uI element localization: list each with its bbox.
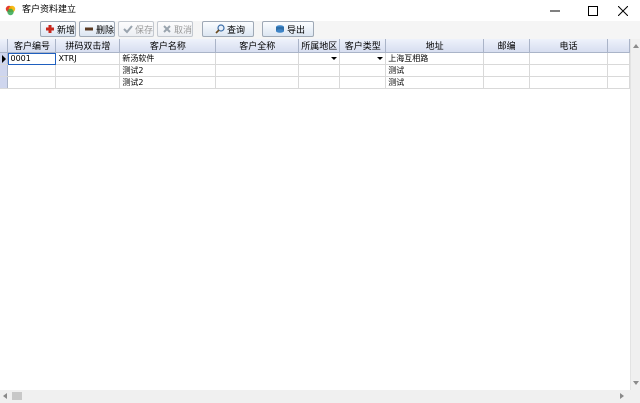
check-icon xyxy=(123,25,133,34)
header-row: 客户编号 拼码双击增 客户名称 客户全称 所属地区 客户类型 地址 邮编 电话 xyxy=(0,39,630,53)
cell-pinyin-code[interactable] xyxy=(55,64,121,77)
search-icon xyxy=(215,24,225,34)
col-header-pinyin-code[interactable]: 拼码双击增 xyxy=(55,39,121,53)
search-button-label: 查询 xyxy=(226,25,245,36)
export-button[interactable]: 导出 xyxy=(262,21,314,37)
add-button-label: 新增 xyxy=(56,25,75,36)
cell-customer-fullname[interactable] xyxy=(215,64,300,77)
row-indicator[interactable] xyxy=(0,76,9,89)
table-row[interactable]: 测试2 测试 xyxy=(0,64,630,77)
app-logo-icon xyxy=(5,5,16,16)
export-button-label: 导出 xyxy=(286,25,305,36)
scrollbar-corner xyxy=(630,390,640,403)
cell-customer-type[interactable] xyxy=(339,76,387,89)
cell-customer-code[interactable] xyxy=(7,64,57,77)
col-header-customer-type[interactable]: 客户类型 xyxy=(339,39,387,53)
cell-customer-fullname[interactable] xyxy=(215,52,300,65)
close-icon xyxy=(618,5,628,16)
cell-customer-name[interactable]: 新汤软件 xyxy=(119,52,217,65)
save-button[interactable]: 保存 xyxy=(118,21,154,37)
delete-button[interactable]: 删除 xyxy=(79,21,115,37)
cell-phone[interactable] xyxy=(529,52,608,65)
toolbar: 新增 删除 保存 取消 查询 导出 xyxy=(0,21,640,40)
col-header-region[interactable]: 所属地区 xyxy=(298,39,341,53)
cell-phone[interactable] xyxy=(529,64,608,77)
row-indicator-header xyxy=(0,39,9,53)
vertical-scrollbar[interactable] xyxy=(630,39,640,390)
add-button[interactable]: 新增 xyxy=(40,21,76,37)
cell-region[interactable] xyxy=(298,52,341,65)
cell-pinyin-code[interactable]: XTRJ xyxy=(55,52,121,65)
cancel-button-label: 取消 xyxy=(173,25,192,36)
minus-icon xyxy=(84,27,93,31)
cell-phone[interactable] xyxy=(529,76,608,89)
customer-grid[interactable]: 客户编号 拼码双击增 客户名称 客户全称 所属地区 客户类型 地址 邮编 电话 … xyxy=(0,39,630,390)
cell-region[interactable] xyxy=(298,76,341,89)
window-title: 客户资料建立 xyxy=(22,5,77,15)
col-header-postcode[interactable]: 邮编 xyxy=(483,39,531,53)
cell-address[interactable]: 测试 xyxy=(385,64,485,77)
current-row-pointer-icon xyxy=(2,55,6,63)
minimize-icon xyxy=(550,10,560,11)
col-header-customer-name[interactable]: 客户名称 xyxy=(119,39,217,53)
cell-address[interactable]: 上海互相路 xyxy=(385,52,485,65)
plus-icon xyxy=(45,25,54,33)
maximize-icon xyxy=(588,5,598,16)
col-header-phone[interactable]: 电话 xyxy=(529,39,608,53)
close-button[interactable] xyxy=(606,0,640,21)
export-icon xyxy=(275,25,284,33)
cell-customer-fullname[interactable] xyxy=(215,76,300,89)
cell-pinyin-code[interactable] xyxy=(55,76,121,89)
row-indicator[interactable] xyxy=(0,64,9,77)
delete-button-label: 删除 xyxy=(95,25,114,36)
col-header-customer-fullname[interactable]: 客户全称 xyxy=(215,39,300,53)
cell-postcode[interactable] xyxy=(483,64,531,77)
col-header-customer-code[interactable]: 客户编号 xyxy=(7,39,57,53)
x-icon xyxy=(163,25,171,33)
minimize-button[interactable] xyxy=(538,0,572,21)
scroll-down-arrow-icon[interactable] xyxy=(633,381,639,385)
cell-region[interactable] xyxy=(298,64,341,77)
cancel-button[interactable]: 取消 xyxy=(157,21,193,37)
cell-customer-code[interactable] xyxy=(7,76,57,89)
scroll-up-arrow-icon[interactable] xyxy=(633,44,639,48)
scroll-left-arrow-icon[interactable] xyxy=(3,393,7,399)
dropdown-arrow-icon[interactable] xyxy=(377,57,384,60)
row-indicator[interactable] xyxy=(0,52,9,65)
maximize-button[interactable] xyxy=(576,0,610,21)
cell-filler xyxy=(607,52,630,65)
col-header-address[interactable]: 地址 xyxy=(385,39,485,53)
search-button[interactable]: 查询 xyxy=(202,21,254,37)
cell-customer-type[interactable] xyxy=(339,64,387,77)
cell-customer-type[interactable] xyxy=(339,52,387,65)
scroll-right-arrow-icon[interactable] xyxy=(620,393,624,399)
scroll-thumb[interactable] xyxy=(12,392,22,400)
horizontal-scrollbar[interactable] xyxy=(0,390,630,403)
cell-postcode[interactable] xyxy=(483,76,531,89)
cell-customer-name[interactable]: 测试2 xyxy=(119,64,217,77)
col-header-filler xyxy=(607,39,630,53)
cell-customer-code[interactable]: 0001 xyxy=(7,52,57,65)
customer-table: 客户编号 拼码双击增 客户名称 客户全称 所属地区 客户类型 地址 邮编 电话 … xyxy=(0,39,630,89)
cell-postcode[interactable] xyxy=(483,52,531,65)
cell-address[interactable]: 测试 xyxy=(385,76,485,89)
table-row[interactable]: 0001 XTRJ 新汤软件 上海互相路 xyxy=(0,52,630,65)
cell-customer-name[interactable]: 测试2 xyxy=(119,76,217,89)
save-button-label: 保存 xyxy=(134,25,153,36)
cell-filler xyxy=(607,64,630,77)
dropdown-arrow-icon[interactable] xyxy=(331,57,338,60)
table-row[interactable]: 测试2 测试 xyxy=(0,76,630,89)
title-bar: 客户资料建立 xyxy=(0,0,640,21)
cell-filler xyxy=(607,76,630,89)
